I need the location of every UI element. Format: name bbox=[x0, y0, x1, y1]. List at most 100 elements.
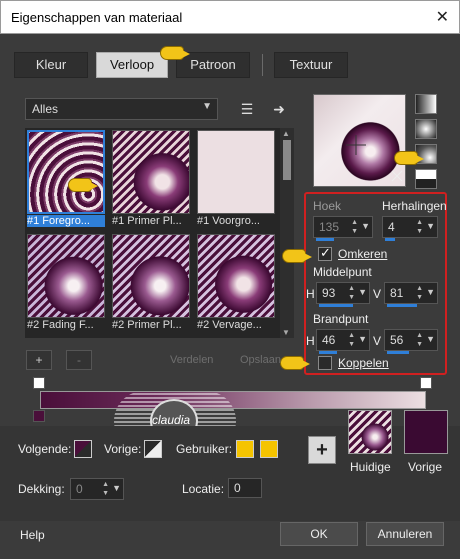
category-select[interactable]: Alles ▼ bbox=[25, 98, 218, 120]
center-h-slider[interactable] bbox=[319, 304, 353, 307]
stop-marker-top-right[interactable] bbox=[420, 377, 432, 389]
gradient-preview bbox=[112, 130, 190, 214]
location-label: Locatie: bbox=[182, 482, 225, 496]
current-material-swatch[interactable] bbox=[348, 410, 392, 454]
gradient-list-menu-icon[interactable]: ☰ bbox=[238, 100, 256, 118]
thumbnails-scrollbar[interactable]: ▲ ▼ bbox=[280, 128, 294, 338]
repeats-value: 4 bbox=[388, 220, 395, 234]
spin-arrows-icon[interactable]: ▲ ▼ bbox=[416, 218, 423, 236]
link-checkbox[interactable] bbox=[318, 356, 332, 370]
tab-verloop[interactable]: Verloop bbox=[96, 52, 168, 78]
spin-arrows-icon[interactable]: ▲ ▼ bbox=[102, 480, 109, 498]
chevron-down-icon[interactable]: ▼ bbox=[426, 221, 435, 231]
tab-divider bbox=[262, 54, 263, 76]
repeats-slider[interactable] bbox=[385, 238, 395, 241]
gradient-item[interactable]: #1 Primer Pl... bbox=[112, 130, 190, 230]
chevron-down-icon[interactable]: ▼ bbox=[358, 287, 367, 297]
gradient-caption: #1 Voorgro... bbox=[197, 215, 260, 227]
rectangular-gradient-type-icon[interactable] bbox=[415, 119, 437, 139]
ok-button[interactable]: OK bbox=[280, 522, 358, 546]
location-field[interactable]: 0 bbox=[228, 478, 262, 498]
prev-color-swatch[interactable] bbox=[144, 440, 162, 458]
center-v-label: V bbox=[373, 287, 382, 301]
spin-arrows-icon[interactable]: ▲ ▼ bbox=[351, 218, 358, 236]
focal-h-spinner[interactable]: 46 ▲ ▼ ▼ bbox=[316, 329, 370, 354]
scrollbar-thumb[interactable] bbox=[283, 140, 291, 180]
focal-h-slider[interactable] bbox=[319, 351, 337, 354]
category-select-value: Alles bbox=[32, 102, 59, 116]
stop-marker-top-left[interactable] bbox=[33, 377, 45, 389]
chevron-down-icon[interactable]: ▼ bbox=[112, 483, 121, 493]
center-v-slider[interactable] bbox=[387, 304, 417, 307]
cancel-button[interactable]: Annuleren bbox=[366, 522, 444, 546]
chevron-down-icon[interactable]: ▼ bbox=[426, 334, 435, 344]
gradient-preview bbox=[27, 130, 105, 214]
gradient-preview bbox=[112, 234, 190, 318]
material-properties-dialog: Kleur Verloop Patroon Textuur Alles ▼ ☰ … bbox=[0, 34, 460, 559]
gradient-preview bbox=[197, 130, 275, 214]
radial-gradient-type-icon[interactable] bbox=[415, 169, 437, 189]
watermark-text: claudia bbox=[152, 413, 191, 427]
focal-v-label: V bbox=[373, 334, 382, 348]
focal-v-spinner[interactable]: 56 ▲ ▼ ▼ bbox=[384, 329, 438, 354]
gradient-preview bbox=[197, 234, 275, 318]
center-v-spinner[interactable]: 81 ▲ ▼ ▼ bbox=[384, 282, 438, 307]
spin-arrows-icon[interactable]: ▲ ▼ bbox=[416, 284, 423, 302]
help-link[interactable]: Help bbox=[20, 528, 45, 542]
gradient-thumbnails: #1 Foregro... #1 Primer Pl... #1 Voorgro… bbox=[25, 128, 280, 338]
gradient-item[interactable]: #2 Primer Pl... bbox=[112, 234, 190, 334]
pointer-hand-icon bbox=[394, 151, 424, 165]
repeats-spinner[interactable]: 4 ▲ ▼ ▼ bbox=[382, 216, 438, 241]
chevron-down-icon[interactable]: ▼ bbox=[358, 334, 367, 344]
user-color-swatch-1[interactable] bbox=[236, 440, 254, 458]
gradient-caption: #1 Primer Pl... bbox=[112, 215, 182, 227]
chevron-down-icon[interactable]: ▼ bbox=[361, 221, 370, 231]
previous-material-swatch[interactable] bbox=[404, 410, 448, 454]
focal-v-slider[interactable] bbox=[387, 351, 409, 354]
gradient-item[interactable]: #2 Vervage... bbox=[197, 234, 275, 334]
spin-arrows-icon[interactable]: ▲ ▼ bbox=[348, 331, 355, 349]
crosshair-icon bbox=[346, 135, 403, 182]
opacity-value: 0 bbox=[76, 482, 83, 496]
gradient-item[interactable]: #1 Foregro... bbox=[27, 130, 105, 230]
focal-h-value: 46 bbox=[322, 333, 336, 347]
gradient-bar[interactable] bbox=[40, 391, 426, 409]
focal-h-label: H bbox=[306, 334, 315, 348]
angle-slider[interactable] bbox=[316, 238, 334, 241]
add-stop-button[interactable]: + bbox=[26, 350, 52, 370]
link-label[interactable]: Koppelen bbox=[338, 356, 389, 370]
invert-label[interactable]: Omkeren bbox=[338, 247, 387, 261]
center-h-value: 93 bbox=[322, 286, 336, 300]
previous-label: Vorige bbox=[408, 460, 443, 474]
arrow-right-icon[interactable]: ➜ bbox=[270, 100, 288, 118]
user-color-swatch-2[interactable] bbox=[260, 440, 278, 458]
spin-arrows-icon[interactable]: ▲ ▼ bbox=[348, 284, 355, 302]
scroll-down-icon[interactable]: ▼ bbox=[282, 328, 290, 337]
pointer-hand-icon bbox=[160, 46, 190, 60]
close-icon[interactable]: ✕ bbox=[436, 7, 449, 27]
gradient-preview-large[interactable] bbox=[313, 94, 406, 187]
title-bar: Eigenschappen van materiaal ✕ bbox=[0, 0, 460, 34]
remove-stop-button[interactable]: - bbox=[66, 350, 92, 370]
pointer-hand-icon bbox=[280, 356, 310, 370]
invert-checkbox[interactable] bbox=[318, 245, 332, 261]
gradient-item[interactable]: #1 Voorgro... bbox=[197, 130, 275, 230]
spin-arrows-icon[interactable]: ▲ ▼ bbox=[416, 331, 423, 349]
scroll-up-icon[interactable]: ▲ bbox=[282, 129, 290, 138]
angle-spinner[interactable]: 135 ▲ ▼ ▼ bbox=[313, 216, 373, 241]
color-stop-left[interactable] bbox=[33, 410, 45, 422]
center-label: Middelpunt bbox=[313, 265, 372, 279]
gradient-item[interactable]: #2 Fading F... bbox=[27, 234, 105, 334]
distribute-label: Verdelen bbox=[170, 354, 214, 366]
tab-textuur[interactable]: Textuur bbox=[274, 52, 348, 78]
opacity-spinner[interactable]: 0 ▲ ▼ ▼ bbox=[70, 478, 124, 500]
chevron-down-icon[interactable]: ▼ bbox=[426, 287, 435, 297]
add-to-swatches-button[interactable]: + bbox=[308, 436, 336, 464]
next-color-swatch[interactable] bbox=[74, 440, 92, 458]
linear-gradient-type-icon[interactable] bbox=[415, 94, 437, 114]
tab-kleur[interactable]: Kleur bbox=[14, 52, 88, 78]
center-h-spinner[interactable]: 93 ▲ ▼ ▼ bbox=[316, 282, 370, 307]
save-label: Opslaan bbox=[240, 354, 281, 366]
gradient-caption: #2 Primer Pl... bbox=[112, 319, 182, 331]
opacity-label: Dekking: bbox=[18, 482, 65, 496]
